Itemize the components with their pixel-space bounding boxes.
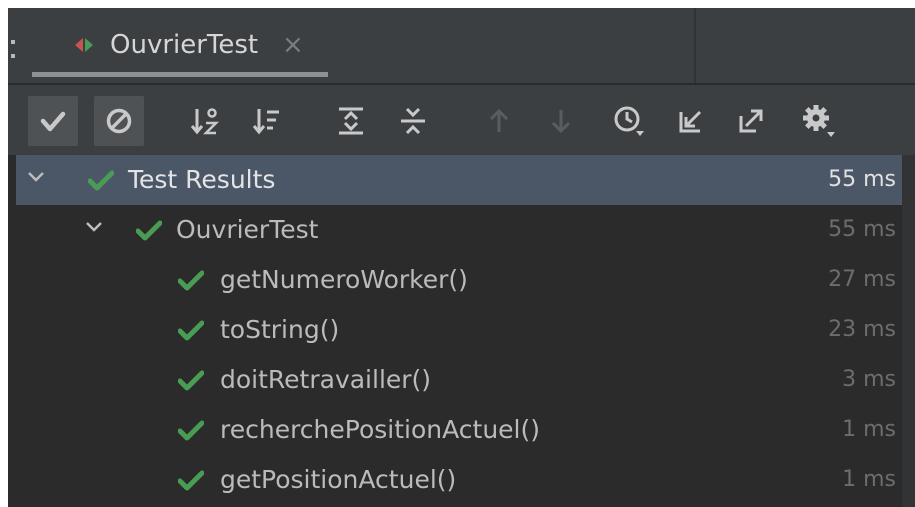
tree-row-test-method[interactable]: toString() 23 ms bbox=[16, 305, 902, 355]
tree-row-test-method[interactable]: doitRetravailler() 3 ms bbox=[16, 355, 902, 405]
check-icon bbox=[178, 420, 204, 441]
check-icon bbox=[178, 320, 204, 341]
tree-row-ouvriertest[interactable]: OuvrierTest 55 ms bbox=[16, 205, 902, 255]
tab-ouvriertest[interactable]: OuvrierTest × bbox=[32, 8, 328, 83]
show-ignored-button[interactable] bbox=[94, 96, 144, 146]
tab-splitter bbox=[694, 8, 696, 83]
collapse-all-button[interactable] bbox=[388, 96, 438, 146]
scrollbar-track[interactable] bbox=[902, 155, 915, 507]
tool-window-tab-bar: OuvrierTest × bbox=[8, 8, 915, 83]
export-icon bbox=[739, 109, 763, 133]
export-tests-button[interactable] bbox=[726, 96, 776, 146]
duration-label: 1 ms bbox=[842, 467, 896, 492]
test-history-button[interactable] bbox=[604, 96, 654, 146]
close-icon[interactable]: × bbox=[282, 30, 304, 60]
check-icon bbox=[178, 470, 204, 491]
sort-duration-icon bbox=[252, 109, 279, 135]
gear-icon bbox=[803, 105, 835, 137]
tree-item-label: toString() bbox=[220, 315, 340, 344]
test-runner-toolbar bbox=[8, 85, 915, 155]
previous-failed-button[interactable] bbox=[474, 96, 524, 146]
import-tests-button[interactable] bbox=[666, 96, 716, 146]
tree-row-test-method[interactable]: getNumeroWorker() 27 ms bbox=[16, 255, 902, 305]
sort-alphabetically-button[interactable] bbox=[180, 96, 230, 146]
tree-item-label: getPositionActuel() bbox=[220, 465, 457, 494]
tree-item-label: doitRetravailler() bbox=[220, 365, 432, 394]
arrow-down-icon bbox=[551, 110, 571, 134]
sort-by-duration-button[interactable] bbox=[242, 96, 292, 146]
arrow-up-icon bbox=[489, 108, 509, 132]
duration-label: 55 ms bbox=[828, 167, 896, 192]
sort-alpha-icon bbox=[190, 108, 220, 135]
duration-label: 3 ms bbox=[842, 367, 896, 392]
drag-grip-icon[interactable] bbox=[10, 38, 16, 62]
duration-label: 27 ms bbox=[828, 267, 896, 292]
tree-item-label: getNumeroWorker() bbox=[220, 265, 468, 294]
chevron-down-icon[interactable] bbox=[26, 167, 46, 187]
check-icon bbox=[178, 270, 204, 291]
test-results-tree: Test Results 55 ms OuvrierTest 55 ms get… bbox=[8, 155, 915, 507]
settings-button[interactable] bbox=[794, 96, 844, 146]
check-icon bbox=[40, 111, 66, 132]
ban-icon bbox=[106, 108, 132, 134]
test-class-icon bbox=[75, 38, 93, 52]
duration-label: 23 ms bbox=[828, 317, 896, 342]
tree-item-label: Test Results bbox=[128, 165, 276, 194]
tree-row-test-results[interactable]: Test Results 55 ms bbox=[16, 155, 902, 205]
show-passed-button[interactable] bbox=[28, 96, 78, 146]
test-runner-window: OuvrierTest × Test Results 55 ms Ouvrier… bbox=[8, 8, 915, 507]
active-tab-indicator bbox=[32, 72, 328, 77]
tree-row-test-method[interactable]: recherchePositionActuel() 1 ms bbox=[16, 405, 902, 455]
next-failed-button[interactable] bbox=[536, 96, 586, 146]
tree-row-test-method[interactable]: getPositionActuel() 1 ms bbox=[16, 455, 902, 505]
expand-all-button[interactable] bbox=[326, 96, 376, 146]
duration-label: 1 ms bbox=[842, 417, 896, 442]
expand-all-icon bbox=[339, 107, 363, 135]
tab-title: OuvrierTest bbox=[110, 30, 259, 60]
check-icon bbox=[136, 220, 162, 241]
check-icon bbox=[178, 370, 204, 391]
clock-icon bbox=[614, 106, 644, 136]
import-icon bbox=[679, 110, 702, 133]
tree-item-label: OuvrierTest bbox=[176, 215, 319, 244]
tree-item-label: recherchePositionActuel() bbox=[220, 415, 541, 444]
duration-label: 55 ms bbox=[828, 217, 896, 242]
collapse-all-icon bbox=[401, 107, 425, 135]
chevron-down-icon[interactable] bbox=[84, 217, 104, 237]
check-icon bbox=[88, 170, 114, 191]
